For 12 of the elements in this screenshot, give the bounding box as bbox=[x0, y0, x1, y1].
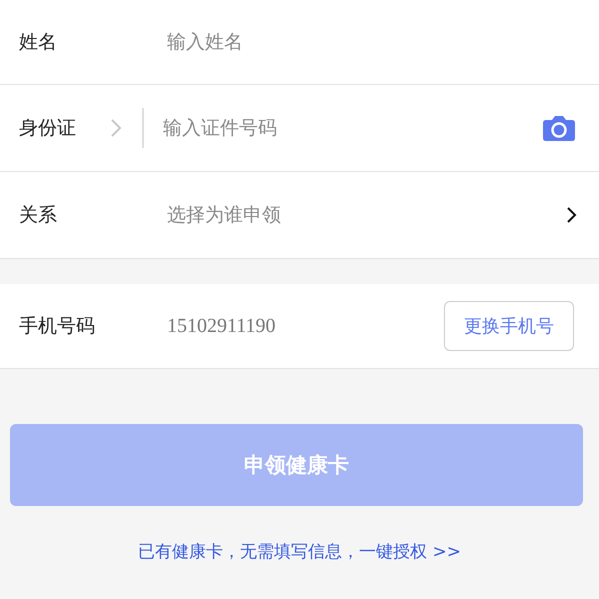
field-label: 姓名 bbox=[19, 30, 58, 55]
input-field[interactable]: 输入证件号码 bbox=[163, 117, 542, 139]
change-phone-button[interactable]: 更换手机号 bbox=[444, 301, 574, 351]
field-label: 身份证 bbox=[19, 116, 77, 141]
field-label: 关系 bbox=[19, 203, 58, 228]
camera-icon[interactable] bbox=[542, 114, 576, 142]
phone-number: 15102911190 bbox=[167, 314, 277, 338]
field-label: 手机号码 bbox=[19, 314, 96, 339]
authorize-link[interactable]: 已有健康卡，无需填写信息，一键授权 >> bbox=[138, 542, 461, 562]
select-field[interactable]: 选择为谁申领 bbox=[167, 204, 566, 226]
chevron-icon[interactable] bbox=[566, 205, 578, 225]
input-field[interactable]: 输入姓名 bbox=[167, 31, 580, 53]
